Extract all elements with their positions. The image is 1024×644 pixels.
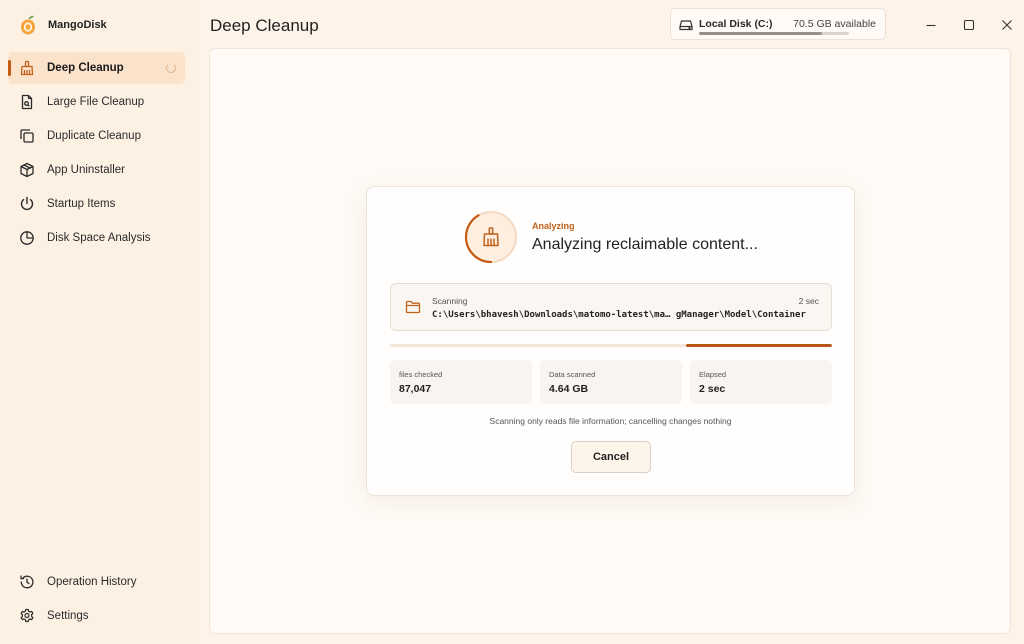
mango-logo-icon [21, 15, 35, 35]
progress-ring [464, 210, 518, 264]
package-icon [20, 162, 34, 178]
sidebar-item-settings[interactable]: Settings [8, 600, 185, 632]
sidebar-item-label: Operation History [47, 576, 137, 588]
pie-chart-icon [20, 231, 34, 245]
sidebar-item-deep-cleanup[interactable]: Deep Cleanup [8, 52, 185, 84]
disk-available: 70.5 GB available [793, 18, 876, 30]
broom-icon [20, 60, 34, 76]
current-scan-box: Scanning 2 sec C:\Users\bhavesh\Download… [390, 283, 832, 331]
disk-selector[interactable]: Local Disk (C:) 70.5 GB available [670, 8, 886, 40]
minimize-icon [926, 24, 936, 27]
sidebar: MangoDisk Deep Cleanup Large File Cleanu… [0, 0, 194, 644]
scan-time: 2 sec [798, 296, 819, 306]
close-icon [1002, 20, 1012, 30]
sidebar-item-label: Startup Items [47, 198, 116, 210]
cancel-button[interactable]: Cancel [571, 441, 651, 473]
sidebar-item-label: Deep Cleanup [47, 62, 124, 74]
loading-spinner-icon [166, 63, 176, 73]
sidebar-item-label: Disk Space Analysis [47, 232, 151, 244]
scan-progress-fill [686, 344, 832, 347]
history-icon [20, 575, 34, 589]
stat-value: 2 sec [699, 383, 726, 395]
status-title: Analyzing reclaimable content... [532, 236, 758, 253]
stat-label: files checked [399, 370, 443, 379]
sidebar-bottom-nav: Operation History Settings [8, 566, 185, 634]
folder-icon [405, 300, 421, 314]
power-icon [20, 196, 34, 211]
scan-stats: files checked 87,047 Data scanned 4.64 G… [390, 360, 832, 404]
large-file-icon [21, 94, 33, 110]
app-name: MangoDisk [48, 19, 107, 31]
gear-icon [20, 608, 34, 623]
stat-elapsed: Elapsed 2 sec [690, 360, 832, 404]
disk-usage-fill [699, 32, 822, 35]
sidebar-nav: Deep Cleanup Large File Cleanup Duplicat… [8, 52, 185, 256]
sidebar-item-label: Duplicate Cleanup [47, 130, 141, 142]
stat-label: Elapsed [699, 370, 727, 379]
scan-path: C:\Users\bhavesh\Downloads\matomo-latest… [432, 310, 806, 320]
sidebar-item-disk-space-analysis[interactable]: Disk Space Analysis [8, 222, 185, 254]
hard-drive-icon [679, 20, 693, 31]
sidebar-item-duplicate-cleanup[interactable]: Duplicate Cleanup [8, 120, 185, 152]
sidebar-item-startup-items[interactable]: Startup Items [8, 188, 185, 220]
sidebar-item-operation-history[interactable]: Operation History [8, 566, 185, 598]
sidebar-item-app-uninstaller[interactable]: App Uninstaller [8, 154, 185, 186]
scan-label: Scanning [432, 296, 468, 306]
maximize-icon [963, 19, 975, 31]
page-title: Deep Cleanup [210, 16, 319, 35]
disk-usage-bar [699, 32, 849, 35]
sidebar-item-large-file-cleanup[interactable]: Large File Cleanup [8, 86, 185, 118]
stat-value: 4.64 GB [549, 383, 589, 395]
duplicate-icon [20, 129, 34, 143]
sidebar-item-label: Settings [47, 610, 89, 622]
stat-data-scanned: Data scanned 4.64 GB [540, 360, 682, 404]
scan-progress-bar [390, 344, 832, 347]
minimize-button[interactable] [920, 14, 942, 36]
stat-value: 87,047 [399, 383, 432, 395]
sidebar-item-label: App Uninstaller [47, 164, 125, 176]
scan-dialog: Analyzing Analyzing reclaimable content.… [366, 186, 855, 496]
close-button[interactable] [996, 14, 1018, 36]
status-eyebrow: Analyzing [532, 221, 575, 231]
brand: MangoDisk [18, 14, 107, 36]
stat-label: Data scanned [549, 370, 596, 379]
scan-note: Scanning only reads file information; ca… [489, 416, 732, 426]
stat-files-checked: files checked 87,047 [390, 360, 532, 404]
maximize-button[interactable] [958, 14, 980, 36]
sidebar-item-label: Large File Cleanup [47, 96, 145, 108]
disk-name: Local Disk (C:) [699, 18, 773, 30]
